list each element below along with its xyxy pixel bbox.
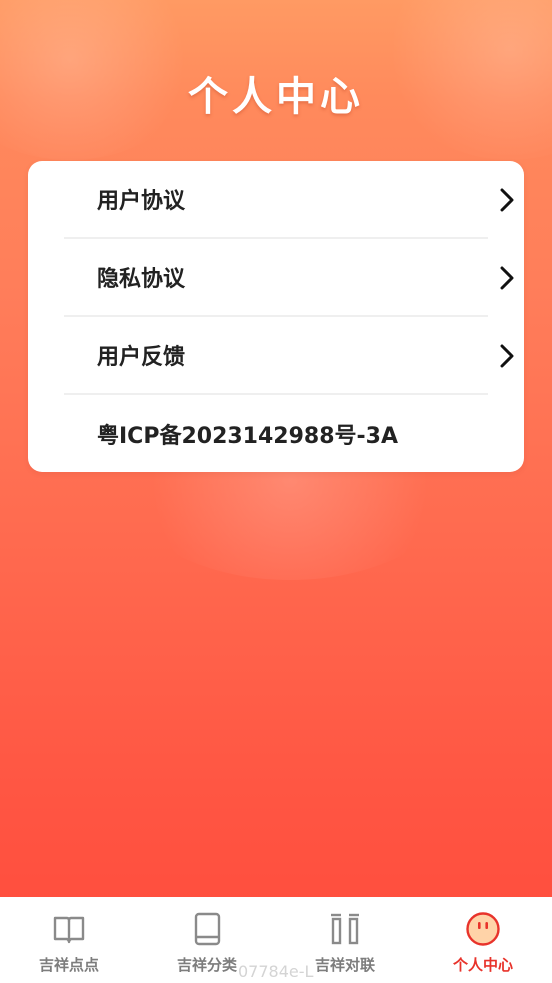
- menu-item-privacy-agreement[interactable]: 隐私协议: [64, 239, 514, 317]
- chevron-right-icon: [500, 188, 514, 212]
- menu-item-label: 用户协议: [97, 189, 186, 214]
- watermark-text: 07784e-L: [238, 962, 314, 981]
- tab-label: 个人中心: [452, 956, 513, 974]
- icp-record-text: 粤ICP备2023142988号-3A: [97, 424, 398, 449]
- couplet-icon: [331, 913, 359, 945]
- menu-item-icp-record[interactable]: 粤ICP备2023142988号-3A: [64, 395, 488, 473]
- menu-card: 用户协议 隐私协议 用户反馈 粤ICP备2023142988号-3A: [28, 161, 524, 472]
- tab-label: 吉祥点点: [38, 956, 99, 974]
- menu-item-label: 用户反馈: [97, 345, 186, 370]
- menu-item-label: 隐私协议: [97, 267, 186, 292]
- book-open-icon: [53, 916, 85, 944]
- tab-personal-center[interactable]: 个人中心: [414, 897, 552, 983]
- menu-item-user-feedback[interactable]: 用户反馈: [64, 317, 514, 395]
- chevron-right-icon: [500, 266, 514, 290]
- personal-center-screen: 个人中心 用户协议 隐私协议 用户反馈 粤ICP备2023142988号-3A: [0, 0, 552, 983]
- menu-item-user-agreement[interactable]: 用户协议: [64, 161, 514, 239]
- tab-jixiang-diandian[interactable]: 吉祥点点: [0, 897, 138, 983]
- page-title: 个人中心: [188, 74, 364, 120]
- chevron-right-icon: [500, 344, 514, 368]
- book-icon: [194, 912, 221, 946]
- smiley-face-icon: [466, 912, 500, 946]
